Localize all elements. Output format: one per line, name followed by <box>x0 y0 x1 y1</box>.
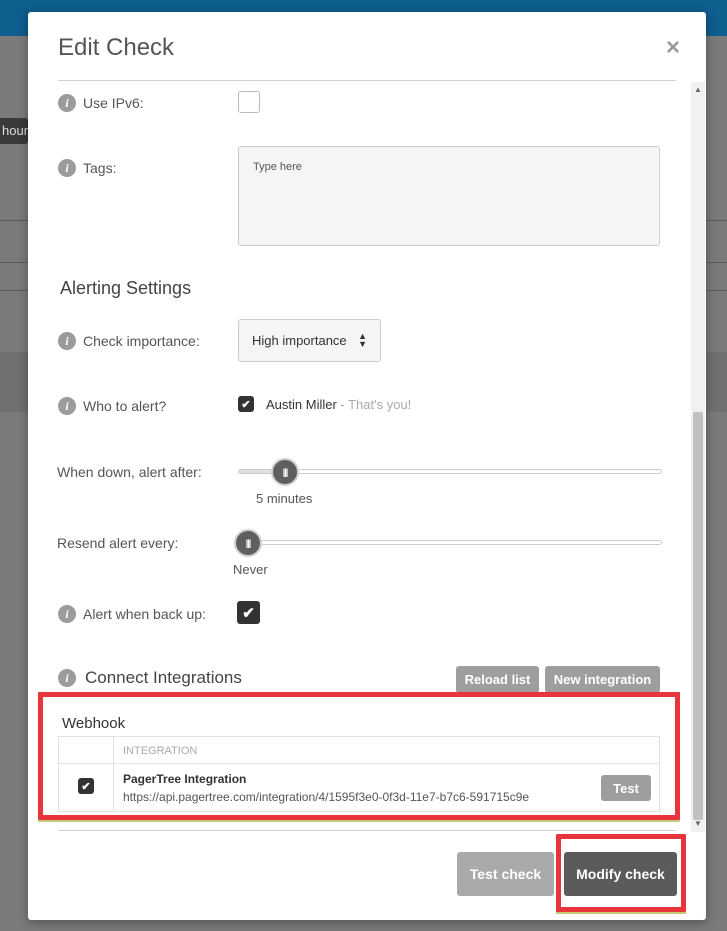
modal-title: Edit Check <box>58 34 175 61</box>
resend-slider-handle[interactable]: ||| <box>234 529 262 557</box>
integrations-table-header: INTEGRATION <box>59 737 659 764</box>
alerting-settings-title: Alerting Settings <box>60 278 192 298</box>
test-check-button[interactable]: Test check <box>457 852 554 896</box>
who-to-alert-label: Who to alert? <box>83 398 167 414</box>
check-importance-label-row: i Check importance: <box>58 332 200 350</box>
info-icon[interactable]: i <box>58 159 76 177</box>
check-importance-value: High importance <box>252 333 347 348</box>
webhook-title: Webhook <box>62 715 126 732</box>
row-column-divider <box>113 764 114 811</box>
when-down-value: 5 minutes <box>256 491 313 506</box>
check-importance-label: Check importance: <box>83 333 200 349</box>
check-importance-select[interactable]: High importance ▲ ▼ <box>238 319 381 362</box>
checkmark-icon: ✔ <box>242 604 255 622</box>
integration-url: https://api.pagertree.com/integration/4/… <box>123 790 530 804</box>
scrollbar-thumb[interactable] <box>693 412 703 820</box>
grip-icon: ||| <box>282 467 288 477</box>
info-icon[interactable]: i <box>58 94 76 112</box>
reload-list-button[interactable]: Reload list <box>456 666 539 693</box>
scroll-up-arrow-icon[interactable]: ▲ <box>691 84 705 96</box>
checkmark-icon: ✔ <box>241 398 251 411</box>
resend-slider[interactable] <box>238 540 662 545</box>
use-ipv6-checkbox[interactable] <box>238 91 260 113</box>
alert-back-up-checkbox[interactable]: ✔ <box>237 601 260 624</box>
integration-column-header: INTEGRATION <box>123 745 198 757</box>
resend-value: Never <box>233 562 268 577</box>
modal-header: Edit Check × <box>28 12 706 82</box>
resend-label: Resend alert every: <box>57 535 179 551</box>
edit-check-modal: Edit Check × i Use IPv6: i Tags: Type he… <box>28 12 706 920</box>
integration-name: PagerTree Integration <box>123 772 247 786</box>
new-integration-button[interactable]: New integration <box>545 666 660 693</box>
modal-scrollbar[interactable]: ▲ ▼ <box>691 82 705 832</box>
tags-placeholder: Type here <box>253 161 302 173</box>
footer-divider <box>58 830 676 831</box>
integration-test-button[interactable]: Test <box>601 775 651 801</box>
who-to-alert-label-row: i Who to alert? <box>58 397 166 415</box>
alert-back-up-label-row: i Alert when back up: <box>58 605 206 623</box>
info-icon[interactable]: i <box>58 397 76 415</box>
tags-label-row: i Tags: <box>58 159 116 177</box>
scroll-down-arrow-icon[interactable]: ▼ <box>691 818 705 830</box>
checkmark-icon: ✔ <box>81 780 91 793</box>
alert-user-name: Austin Miller <box>266 397 337 412</box>
background-time-chip: hour <box>0 118 28 144</box>
grip-icon: ||| <box>245 538 251 548</box>
modal-body: i Use IPv6: i Tags: Type here Alerting S… <box>28 81 706 831</box>
when-down-slider-handle[interactable]: ||| <box>271 458 299 486</box>
use-ipv6-label: Use IPv6: <box>83 95 144 111</box>
alert-back-up-label: Alert when back up: <box>83 606 206 622</box>
modify-check-button[interactable]: Modify check <box>564 852 677 896</box>
when-down-slider[interactable] <box>238 469 662 474</box>
connect-integrations-row: i Connect Integrations <box>58 668 242 688</box>
header-column-divider <box>113 737 114 764</box>
integration-checkbox[interactable]: ✔ <box>78 778 94 794</box>
when-down-label: When down, alert after: <box>57 464 202 480</box>
info-icon[interactable]: i <box>58 332 76 350</box>
tags-input[interactable]: Type here <box>238 146 660 246</box>
alert-user: Austin Miller - That's you! <box>266 397 411 412</box>
info-icon[interactable]: i <box>58 605 76 623</box>
connect-integrations-title: Connect Integrations <box>85 668 242 687</box>
close-icon[interactable]: × <box>662 36 684 60</box>
info-icon[interactable]: i <box>58 669 76 687</box>
use-ipv6-label-row: i Use IPv6: <box>58 94 144 112</box>
tags-label: Tags: <box>83 160 117 176</box>
sort-arrows-icon: ▲ ▼ <box>358 331 367 349</box>
alert-user-checkbox[interactable]: ✔ <box>238 396 254 412</box>
integrations-table: INTEGRATION ✔ PagerTree Integration http… <box>58 736 660 812</box>
alert-user-note: - That's you! <box>336 397 412 412</box>
